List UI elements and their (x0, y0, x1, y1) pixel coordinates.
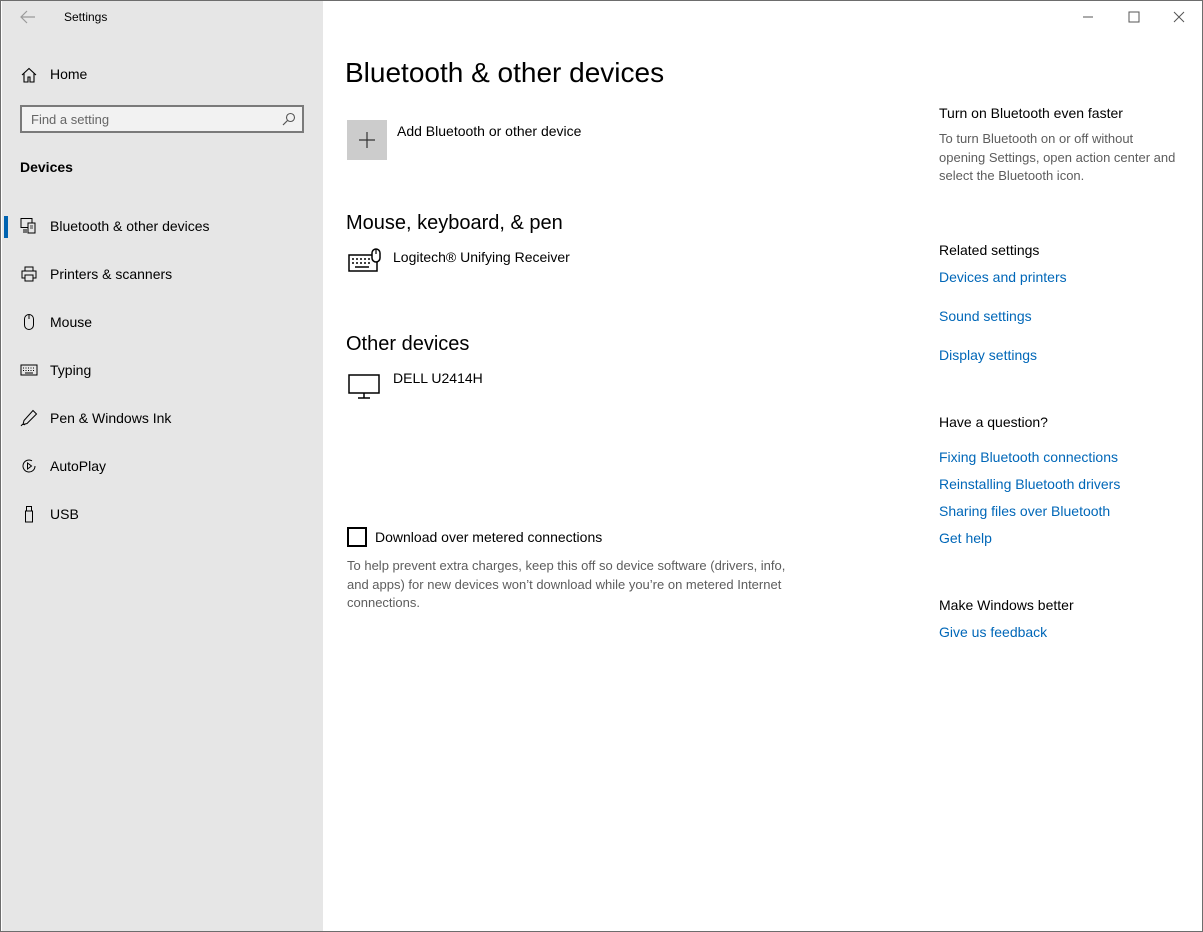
page-title: Bluetooth & other devices (345, 57, 665, 88)
sidebar-item-label: Mouse (50, 314, 93, 330)
keyboard-mouse-icon[interactable] (347, 247, 383, 279)
have-a-question-title: Have a question? (939, 414, 1048, 430)
metered-download-checkbox[interactable] (347, 527, 367, 547)
related-settings-title: Related settings (939, 242, 1040, 258)
sidebar-item-autoplay[interactable]: AutoPlay (2, 446, 323, 486)
sidebar-item-usb[interactable]: USB (2, 494, 323, 534)
add-device-label[interactable]: Add Bluetooth or other device (397, 123, 581, 139)
plus-icon (359, 132, 375, 148)
sidebar-item-pen[interactable]: Pen & Windows Ink (2, 398, 323, 438)
selected-indicator (4, 216, 8, 238)
tip-text: To turn Bluetooth on or off without open… (939, 131, 1176, 183)
sidebar-item-label: Printers & scanners (50, 266, 173, 282)
add-device-button[interactable] (347, 120, 387, 160)
close-icon (1173, 11, 1185, 23)
sidebar-item-typing[interactable]: Typing (2, 350, 323, 390)
link-display-settings[interactable]: Display settings (939, 347, 1037, 363)
sidebar-item-mouse[interactable]: Mouse (2, 302, 323, 342)
usb-icon (25, 506, 33, 523)
monitor-icon[interactable] (347, 371, 383, 403)
sidebar-item-bluetooth[interactable]: Bluetooth & other devices (2, 206, 323, 246)
device-logitech-receiver[interactable]: Logitech® Unifying Receiver (393, 249, 570, 265)
tip-title: Turn on Bluetooth even faster (939, 105, 1123, 121)
mouse-icon (24, 314, 34, 330)
group-title-other-devices: Other devices (346, 333, 470, 355)
sidebar-item-label: Bluetooth & other devices (50, 218, 210, 234)
group-title-mouse-keyboard-pen: Mouse, keyboard, & pen (346, 212, 563, 234)
link-devices-and-printers[interactable]: Devices and printers (939, 269, 1067, 285)
autoplay-icon (22, 459, 36, 473)
sidebar-item-label: AutoPlay (50, 458, 107, 474)
maximize-icon (1128, 11, 1140, 23)
printer-icon (21, 266, 37, 282)
pen-icon (20, 409, 38, 427)
home-icon (21, 67, 37, 83)
app-title: Settings (64, 10, 108, 24)
settings-window: Settings Home Devices Blue (0, 0, 1203, 932)
maximize-button[interactable] (1111, 1, 1157, 33)
close-button[interactable] (1156, 1, 1202, 33)
sidebar-item-label: Pen & Windows Ink (50, 410, 172, 426)
link-sharing-files[interactable]: Sharing files over Bluetooth (939, 503, 1110, 519)
sidebar-item-label: USB (50, 506, 79, 522)
search-icon[interactable] (282, 112, 296, 126)
metered-help-text: To help prevent extra charges, keep this… (347, 558, 786, 610)
bluetooth-devices-icon (20, 218, 36, 234)
metered-download-label[interactable]: Download over metered connections (375, 529, 602, 545)
sidebar-item-label: Typing (50, 362, 92, 378)
sidebar-item-printers[interactable]: Printers & scanners (2, 254, 323, 294)
make-windows-better-title: Make Windows better (939, 597, 1074, 613)
back-arrow-icon (20, 10, 35, 24)
link-give-feedback[interactable]: Give us feedback (939, 624, 1047, 640)
minimize-button[interactable] (1065, 1, 1111, 33)
link-get-help[interactable]: Get help (939, 530, 992, 546)
home-nav-item[interactable]: Home (2, 57, 323, 93)
link-reinstalling-drivers[interactable]: Reinstalling Bluetooth drivers (939, 476, 1120, 492)
title-bar: Settings (2, 1, 323, 33)
sidebar: Settings Home Devices Blue (2, 1, 323, 931)
minimize-icon (1083, 16, 1093, 18)
link-sound-settings[interactable]: Sound settings (939, 308, 1032, 324)
home-label: Home (50, 66, 88, 82)
search-input[interactable] (22, 107, 281, 131)
back-button[interactable] (14, 5, 42, 29)
device-dell-monitor[interactable]: DELL U2414H (393, 370, 483, 386)
keyboard-icon (20, 364, 38, 376)
section-heading-devices: Devices (20, 159, 73, 175)
search-box[interactable] (20, 105, 304, 133)
link-fixing-bluetooth[interactable]: Fixing Bluetooth connections (939, 449, 1118, 465)
